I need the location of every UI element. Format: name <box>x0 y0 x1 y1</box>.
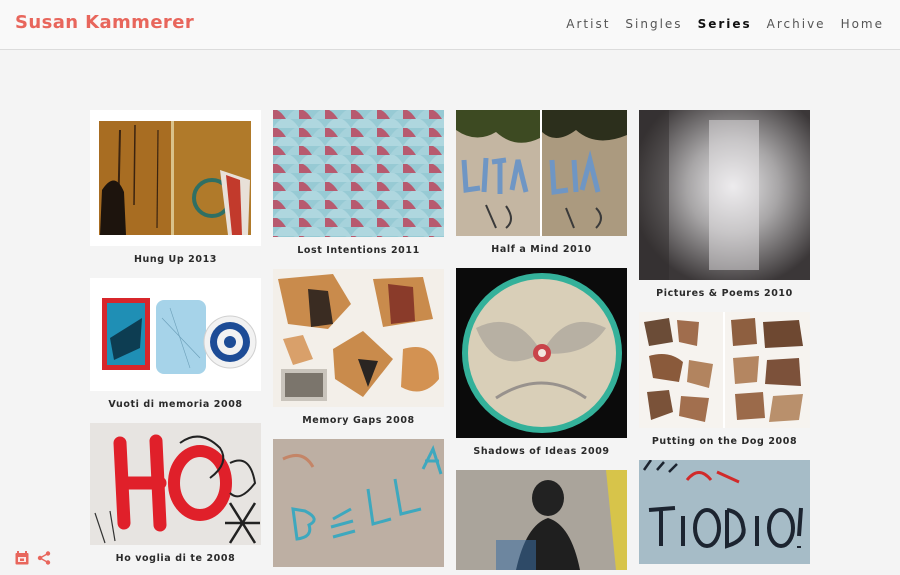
gallery-column-1: Hung Up 2013 Vuoti di memoria 2008 Ho vo… <box>90 110 261 575</box>
nav-artist[interactable]: Artist <box>566 17 610 31</box>
gallery-tile-ho-voglia-di-te[interactable]: Ho voglia di te 2008 <box>90 423 261 564</box>
site-title[interactable]: Susan Kammerer <box>15 12 194 33</box>
gallery-tile-bella[interactable] <box>273 439 444 567</box>
main-nav: Artist Singles Series Archive Home <box>566 17 884 31</box>
nav-series[interactable]: Series <box>698 17 752 31</box>
gallery-tile-shadows-of-ideas[interactable]: Shadows of Ideas 2009 <box>456 268 627 457</box>
share-icon[interactable] <box>37 551 51 565</box>
tile-title: Putting on the Dog 2008 <box>651 436 798 447</box>
tile-title: Hung Up 2013 <box>133 254 218 265</box>
thumbnail-hung-up <box>90 110 261 246</box>
gallery-tile-half-a-mind[interactable]: Half a Mind 2010 <box>456 110 627 255</box>
gallery-tile-pictures-and-poems[interactable]: Pictures & Poems 2010 <box>639 110 810 299</box>
thumbnail-pictures-and-poems <box>639 110 810 280</box>
tile-title: Lost Intentions 2011 <box>297 245 420 256</box>
thumbnail-half-a-mind <box>456 110 627 236</box>
gallery-column-3: Half a Mind 2010 Shadows of Ideas 2009 <box>456 110 627 575</box>
gallery-tile-lost-intentions[interactable]: Lost Intentions 2011 <box>273 110 444 256</box>
gallery-tile-vuoti-di-memoria[interactable]: Vuoti di memoria 2008 <box>90 278 261 410</box>
thumbnail-bella <box>273 439 444 567</box>
thumbnail-shadow-street <box>456 470 627 570</box>
footer-icons <box>15 551 51 565</box>
gallery-column-4: Pictures & Poems 2010 Putting on the Dog… <box>639 110 810 575</box>
thumbnail-vuoti-di-memoria <box>90 278 261 391</box>
thumbnail-ho-voglia-di-te <box>90 423 261 545</box>
nav-singles[interactable]: Singles <box>625 17 682 31</box>
tile-title: Memory Gaps 2008 <box>302 415 415 426</box>
gallery-column-2: Lost Intentions 2011 Memory Gaps 2008 <box>273 110 444 575</box>
tile-title: Vuoti di memoria 2008 <box>108 399 243 410</box>
thumbnail-shadows-of-ideas <box>456 268 627 438</box>
nav-home[interactable]: Home <box>841 17 884 31</box>
gallery-tile-ti-odio[interactable] <box>639 460 810 564</box>
gallery-tile-shadow-street[interactable] <box>456 470 627 570</box>
tile-title: Half a Mind 2010 <box>491 244 592 255</box>
gallery-tile-memory-gaps[interactable]: Memory Gaps 2008 <box>273 269 444 426</box>
thumbnail-memory-gaps <box>273 269 444 407</box>
tile-title: Pictures & Poems 2010 <box>656 288 793 299</box>
nav-archive[interactable]: Archive <box>767 17 826 31</box>
tile-title: Shadows of Ideas 2009 <box>473 446 610 457</box>
thumbnail-lost-intentions <box>273 110 444 237</box>
thumbnail-putting-on-the-dog <box>639 312 810 428</box>
tile-title: Ho voglia di te 2008 <box>115 553 236 564</box>
site-header: Susan Kammerer Artist Singles Series Arc… <box>0 0 900 50</box>
gallery-tile-hung-up[interactable]: Hung Up 2013 <box>90 110 261 265</box>
calendar-icon[interactable] <box>15 551 29 565</box>
thumbnail-ti-odio <box>639 460 810 564</box>
gallery-tile-putting-on-the-dog[interactable]: Putting on the Dog 2008 <box>639 312 810 447</box>
